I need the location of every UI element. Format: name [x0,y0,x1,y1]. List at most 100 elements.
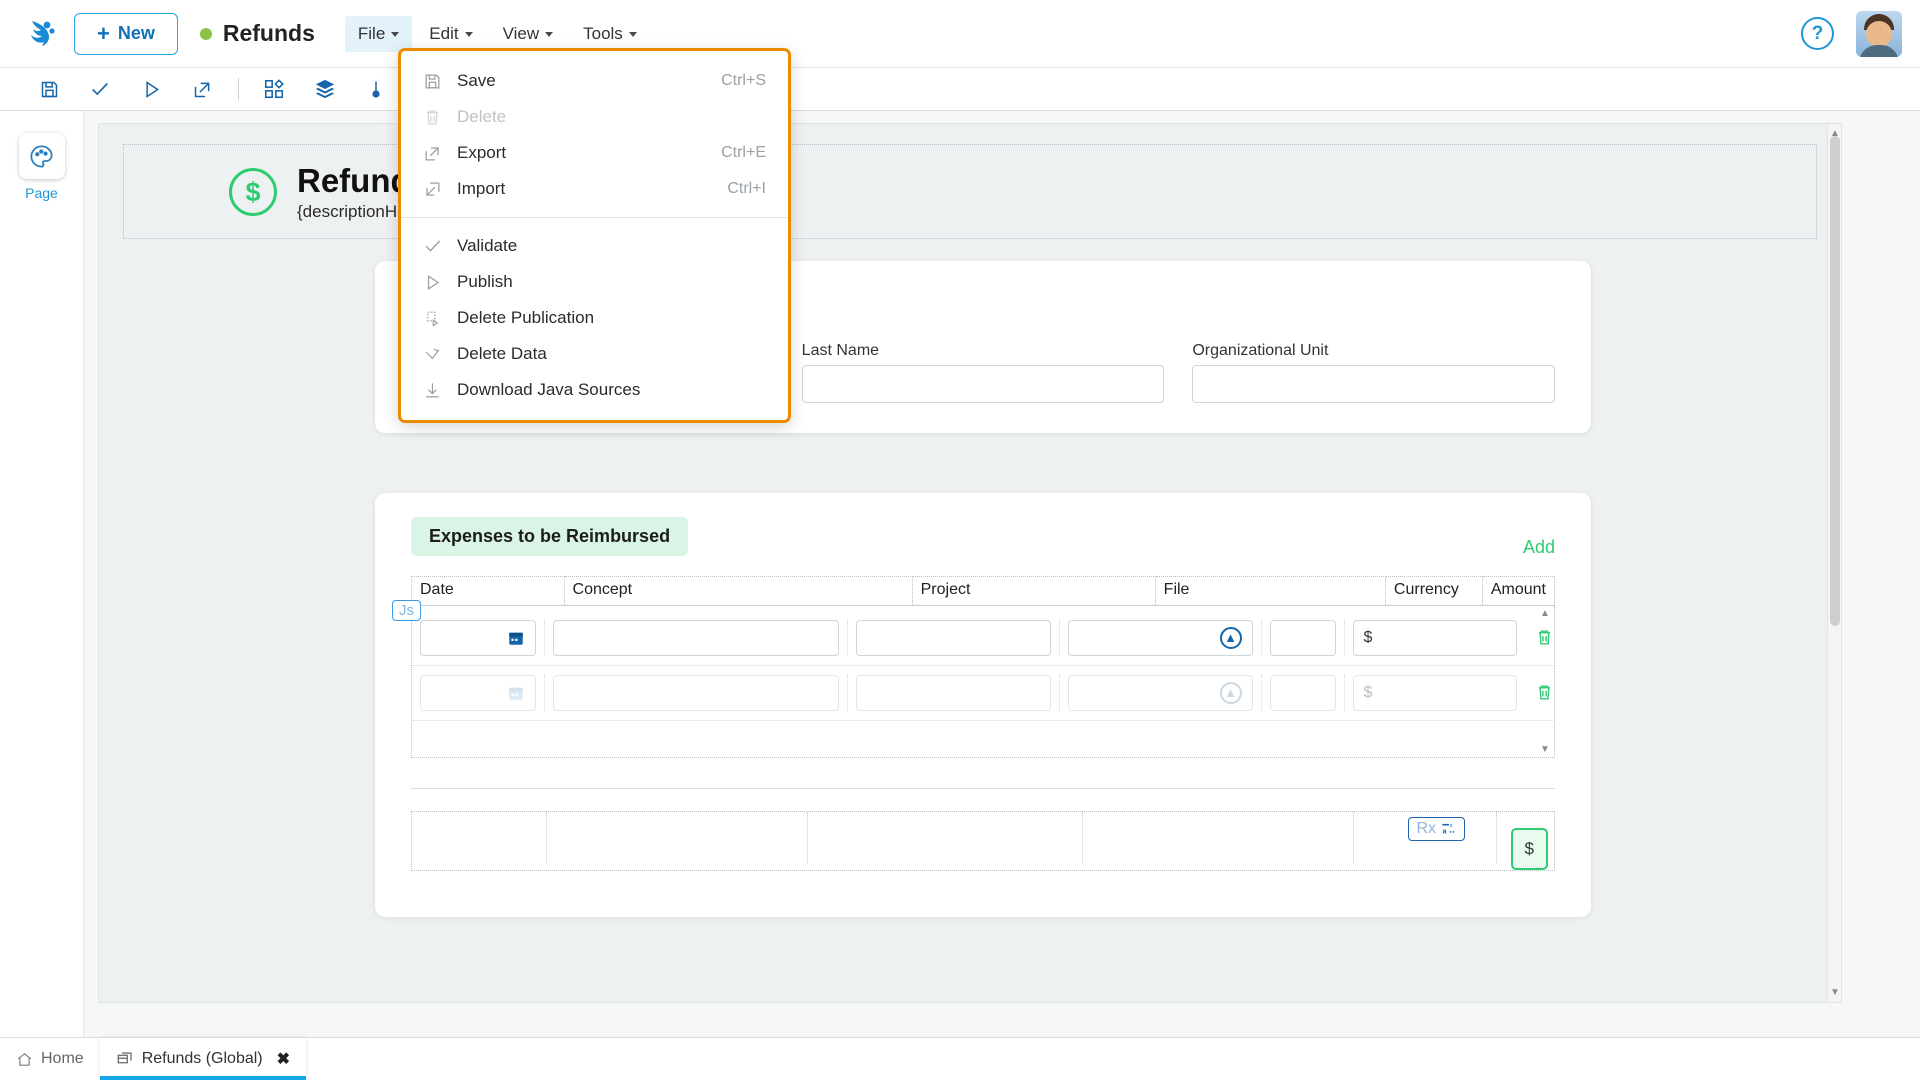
frog-logo-icon[interactable] [18,11,64,57]
menu-edit[interactable]: Edit [416,16,485,52]
menu-item-export[interactable]: Export Ctrl+E [401,135,788,171]
menu-file[interactable]: File [344,15,413,52]
row1-amount-input[interactable]: $ [1352,674,1517,711]
field-last-name: Last Name [801,342,1165,403]
menu-edit-label: Edit [429,23,459,43]
scrollbar-thumb[interactable] [1830,136,1840,626]
column-amount: Amount [1482,575,1556,606]
js-script-badge[interactable]: Js [392,599,421,621]
bottom-tab-home[interactable]: Home [0,1038,100,1080]
check-icon [423,236,449,256]
canvas-wrapper: $ Refunds Request {descriptionHeader} Ap… [84,111,1920,1037]
row1-delete-icon[interactable] [1535,683,1554,702]
avatar[interactable] [1856,10,1902,57]
menu-item-save-shortcut: Ctrl+S [721,72,766,89]
row1-file-input[interactable]: ▲ [1067,674,1253,711]
layers-stack-icon[interactable] [306,73,344,105]
upload-icon[interactable]: ▲ [1219,626,1242,649]
rx-badge-label: Rx [1416,819,1436,837]
play-icon [423,273,449,292]
bottom-tab-bar: Home Refunds (Global) ✖ [0,1037,1920,1080]
total-row: $ [411,810,1555,871]
row0-project-input[interactable] [856,619,1051,656]
menu-item-download-java-sources-label: Download Java Sources [457,380,641,399]
row0-currency-input[interactable] [1269,619,1336,656]
export-arrow-icon [423,144,449,163]
field-org-unit-input[interactable] [1192,364,1556,403]
export-arrow-icon[interactable] [183,73,221,105]
svg-text:x: x [1450,822,1453,828]
chevron-down-icon [545,32,554,37]
row1-currency-input[interactable] [1269,674,1336,711]
grid-scroll-down-arrow[interactable]: ▼ [1540,744,1550,755]
page-header-block: $ Refunds Request {descriptionHeader} [123,144,1817,239]
row0-file-input[interactable]: ▲ [1067,619,1253,656]
column-file: File [1155,575,1386,606]
table-empty-row [412,721,1554,757]
menu-file-label: File [357,23,386,43]
delete-data-icon [423,345,449,364]
menu-item-import-shortcut: Ctrl+I [727,180,766,197]
row0-concept-input[interactable] [553,619,840,656]
save-icon[interactable] [30,73,68,105]
total-amount-input[interactable]: $ [1510,827,1548,870]
menu-item-delete-data-label: Delete Data [457,344,547,363]
sidebar-item-page[interactable] [18,133,65,179]
menu-item-publish[interactable]: Publish [401,264,788,300]
bottom-tab-refunds-label: Refunds (Global) [141,1050,263,1067]
menu-tools[interactable]: Tools [570,16,650,52]
play-publish-icon[interactable] [132,73,170,105]
row1-concept-input[interactable] [553,674,840,711]
validate-check-icon[interactable] [81,73,119,105]
left-rail: Page [0,111,84,1037]
menu-item-download-java-sources[interactable]: Download Java Sources [401,372,788,408]
svg-text:a: a [1442,826,1447,835]
dollar-circle-icon: $ [229,168,277,217]
help-label: ? [1811,22,1824,44]
chevron-down-icon [391,32,400,37]
row0-date-input[interactable] [420,619,537,656]
home-icon [16,1051,33,1068]
close-icon[interactable]: ✖ [277,1049,290,1069]
field-last-name-input[interactable] [801,364,1165,403]
toolbar-divider [238,78,239,100]
main-area: Page $ Refunds Request {descriptionHeade… [0,111,1920,1037]
row0-amount-input[interactable]: $ [1352,619,1517,656]
import-arrow-icon [423,180,449,199]
thermometer-icon[interactable] [357,73,395,105]
canvas-scrollbar[interactable]: ▲ ▼ [1827,124,1841,1002]
help-icon[interactable]: ? [1801,17,1834,50]
menu-bar: File Edit View Tools [344,15,650,52]
menu-item-import[interactable]: Import Ctrl+I [401,171,788,207]
menu-item-delete-publication[interactable]: Delete Publication [401,300,788,336]
scroll-down-arrow[interactable]: ▼ [1830,987,1840,998]
add-expense-button[interactable]: Add [1523,537,1555,558]
new-button-label: New [117,23,155,43]
calendar-icon[interactable] [507,684,525,702]
grid-scroll-up-arrow[interactable]: ▲ [1540,608,1550,619]
new-button[interactable]: + New [74,12,178,55]
table-header-row: Date Concept Project File Currency Amoun… [411,575,1556,606]
table-row: ▲ $ [412,666,1554,721]
top-bar-right: ? [1801,10,1902,57]
menu-item-validate-label: Validate [457,236,518,255]
sidebar-item-page-label: Page [25,185,58,201]
formula-icon: x a [1441,821,1457,837]
file-menu-dropdown[interactable]: Save Ctrl+S Delete Export Ctrl+E Import … [398,48,791,423]
document-title-label: Refunds [222,20,315,46]
upload-icon[interactable]: ▲ [1219,681,1242,704]
menu-item-delete-data[interactable]: Delete Data [401,336,788,372]
rx-formula-badge[interactable]: Rx x a [1408,816,1465,841]
components-grid-icon[interactable] [255,73,293,105]
bottom-tab-refunds[interactable]: Refunds (Global) ✖ [99,1038,307,1080]
row0-delete-icon[interactable] [1535,628,1554,647]
total-prefix: $ [1524,838,1534,858]
calendar-icon[interactable] [507,629,525,647]
chevron-down-icon [464,32,473,37]
row1-project-input[interactable] [856,674,1051,711]
menu-item-save[interactable]: Save Ctrl+S [401,63,788,99]
document-title: Refunds [199,20,315,47]
row1-date-input[interactable] [420,674,537,711]
menu-view[interactable]: View [490,16,567,52]
menu-item-validate[interactable]: Validate [401,228,788,264]
